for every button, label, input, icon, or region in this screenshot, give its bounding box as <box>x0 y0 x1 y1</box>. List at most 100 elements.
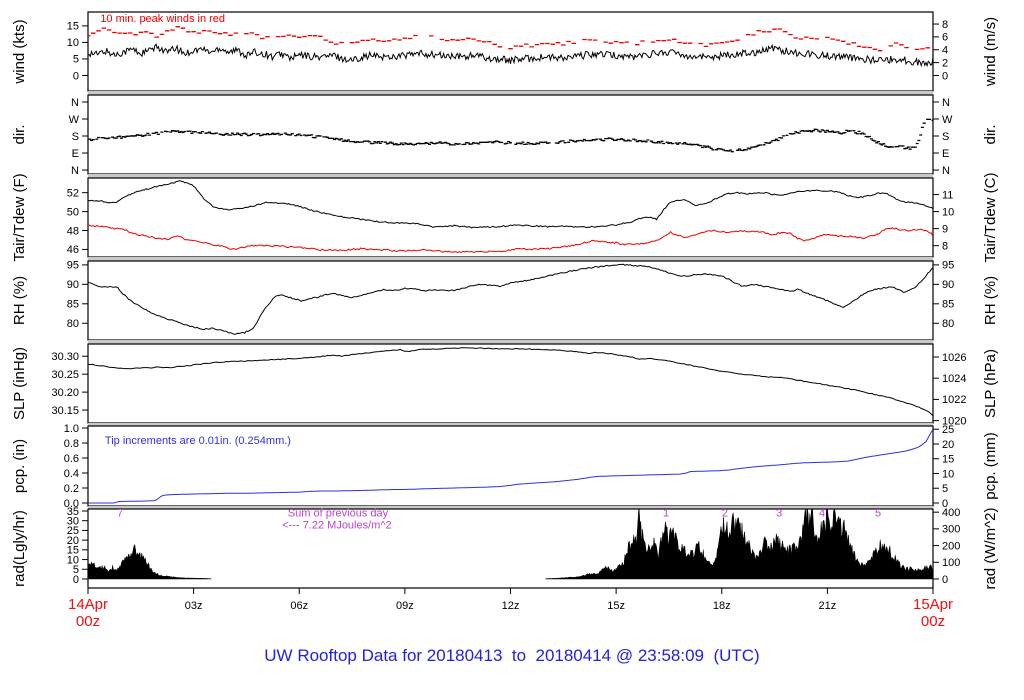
y-tick-label-right-dir: N <box>942 165 950 177</box>
y-tick-label-right-slp: 1022 <box>942 394 966 406</box>
y-tick-label-right-rh: 85 <box>942 299 954 311</box>
ylabel-right-rad: rad (W/m^2) <box>982 507 999 589</box>
y-tick-label-left-dir: E <box>72 148 79 160</box>
y-tick-label-left-pcp: 0.2 <box>64 483 79 495</box>
x-tick-label: 21z <box>819 600 837 612</box>
x-tick-label: 09z <box>396 600 414 612</box>
y-tick-label-left-slp: 30.30 <box>51 351 79 363</box>
y-tick-label-left-rh: 90 <box>67 279 79 291</box>
y-tick-label-left-rh: 80 <box>67 318 79 330</box>
y-tick-label-left-rh: 95 <box>67 260 79 272</box>
ylabel-left-temp: Tair/Tdew (F) <box>11 173 28 261</box>
panel-frame-rh <box>87 260 934 341</box>
panel-frame-slp <box>87 343 934 424</box>
ylabel-left-pcp: pcp. (in) <box>11 439 28 493</box>
y-tick-label-right-slp: 1024 <box>942 373 966 385</box>
y-tick-label-left-temp: 52 <box>67 187 79 199</box>
y-tick-label-right-temp: 10 <box>942 206 954 218</box>
rooftop-multipanel-chart: 05101502468wind (kts) wind (m/s)10 min. p… <box>11 11 999 612</box>
ylabel-left-rh: RH (%) <box>11 276 28 325</box>
y-tick-label-left-slp: 30.15 <box>51 405 79 417</box>
annotation-wind-0: 10 min. peak winds in red <box>100 13 225 25</box>
annotation-rad-2: 7 <box>117 508 123 520</box>
y-tick-label-left-dir: S <box>72 131 79 143</box>
annotation-rad-4: 2 <box>722 508 728 520</box>
y-tick-label-left-dir: N <box>71 97 79 109</box>
ylabel-left-slp: SLP (inHg) <box>11 347 28 420</box>
annotation-pcp-0: Tip increments are 0.01in. (0.254mm.) <box>105 435 291 447</box>
y-tick-label-left-temp: 46 <box>67 244 79 256</box>
x-tick-label: 03z <box>185 600 203 612</box>
y-tick-label-right-slp: 1026 <box>942 352 966 364</box>
chart-title: UW Rooftop Data for 20180413 to 20180414… <box>264 646 760 665</box>
panel-gap <box>88 174 933 178</box>
y-tick-label-left-pcp: 0.4 <box>64 468 79 480</box>
y-tick-label-left-wind: 10 <box>67 37 79 49</box>
x-axis-start-hour: 00z <box>75 613 101 630</box>
y-tick-label-right-wind: 4 <box>942 45 948 57</box>
y-tick-label-right-rad: 0 <box>942 574 948 586</box>
x-tick-label: 06z <box>290 600 308 612</box>
y-tick-label-left-slp: 30.25 <box>51 369 79 381</box>
x-tick-label: 15z <box>607 600 625 612</box>
y-tick-label-right-pcp: 15 <box>942 454 954 466</box>
y-tick-label-right-wind: 6 <box>942 32 948 44</box>
y-tick-label-right-pcp: 10 <box>942 468 954 480</box>
y-tick-label-right-pcp: 20 <box>942 439 954 451</box>
y-tick-label-left-wind: 0 <box>73 70 79 82</box>
panel-gap <box>88 257 933 261</box>
y-tick-label-left-rad: 35 <box>67 506 79 518</box>
x-tick-label: 12z <box>502 600 520 612</box>
y-tick-label-left-pcp: 1.0 <box>64 423 79 435</box>
ylabel-right-wind: wind (m/s) <box>982 17 999 87</box>
y-tick-label-left-temp: 48 <box>67 225 79 237</box>
y-tick-label-right-temp: 8 <box>942 240 948 252</box>
y-tick-label-right-rad: 200 <box>942 540 960 552</box>
ylabel-right-pcp: pcp. (mm) <box>982 432 999 500</box>
annotation-rad-3: 1 <box>663 508 669 520</box>
y-tick-label-right-wind: 0 <box>942 70 948 82</box>
y-tick-label-right-wind: 8 <box>942 19 948 31</box>
annotation-rad-7: 5 <box>875 508 881 520</box>
y-tick-label-right-rh: 90 <box>942 279 954 291</box>
y-tick-label-right-temp: 11 <box>942 189 953 201</box>
y-tick-label-left-pcp: 0.8 <box>64 438 79 450</box>
y-tick-label-right-dir: W <box>942 114 953 126</box>
y-tick-label-right-wind: 2 <box>942 57 948 69</box>
y-tick-label-left-slp: 30.20 <box>51 387 79 399</box>
y-tick-label-left-rh: 85 <box>67 299 79 311</box>
y-tick-label-right-pcp: 25 <box>942 424 954 436</box>
annotation-rad-1: <--- 7.22 MJoules/m^2 <box>282 519 391 531</box>
ylabel-right-temp: Tair/Tdew (C) <box>982 172 999 262</box>
meteogram-page: 0 5 10 15 0 2 4 6 8 wind (kts) wind (m/s) 10 min. p… <box>0 0 1024 700</box>
y-tick-label-right-dir: S <box>942 131 949 143</box>
y-tick-label-left-temp: 50 <box>67 206 79 218</box>
y-tick-label-left-dir: W <box>69 114 80 126</box>
ylabel-left-rad: rad(Lgly/hr) <box>11 510 28 587</box>
x-axis-end-date: 15Apr <box>912 596 954 613</box>
x-axis-start-label: 14Apr 00z <box>53 596 123 630</box>
y-tick-label-left-wind: 15 <box>67 21 79 33</box>
y-tick-label-left-wind: 5 <box>73 54 79 66</box>
y-tick-label-left-pcp: 0.6 <box>64 453 79 465</box>
y-tick-label-right-rad: 100 <box>942 557 960 569</box>
annotation-rad-6: 4 <box>819 508 825 520</box>
annotation-rad-5: 3 <box>776 508 782 520</box>
x-axis-start-date: 14Apr <box>67 596 109 613</box>
y-tick-label-left-dir: N <box>71 165 79 177</box>
y-tick-label-right-rh: 80 <box>942 318 954 330</box>
y-tick-label-right-dir: N <box>942 97 950 109</box>
ylabel-left-wind: wind (kts) <box>11 19 28 84</box>
x-axis-end-label: 15Apr 00z <box>898 596 968 630</box>
x-axis-end-hour: 00z <box>920 613 946 630</box>
y-tick-label-right-pcp: 5 <box>942 483 948 495</box>
y-tick-label-right-rad: 300 <box>942 524 960 536</box>
ylabel-right-rh: RH (%) <box>982 276 999 325</box>
y-tick-label-right-temp: 9 <box>942 223 948 235</box>
ylabel-left-dir: dir. <box>11 124 28 144</box>
annotation-rad-0: Sum of previous day <box>288 507 389 519</box>
y-tick-label-right-rh: 95 <box>942 260 954 272</box>
y-tick-label-right-rad: 400 <box>942 507 960 519</box>
x-tick-label: 18z <box>713 600 731 612</box>
y-tick-label-right-dir: E <box>942 148 949 160</box>
